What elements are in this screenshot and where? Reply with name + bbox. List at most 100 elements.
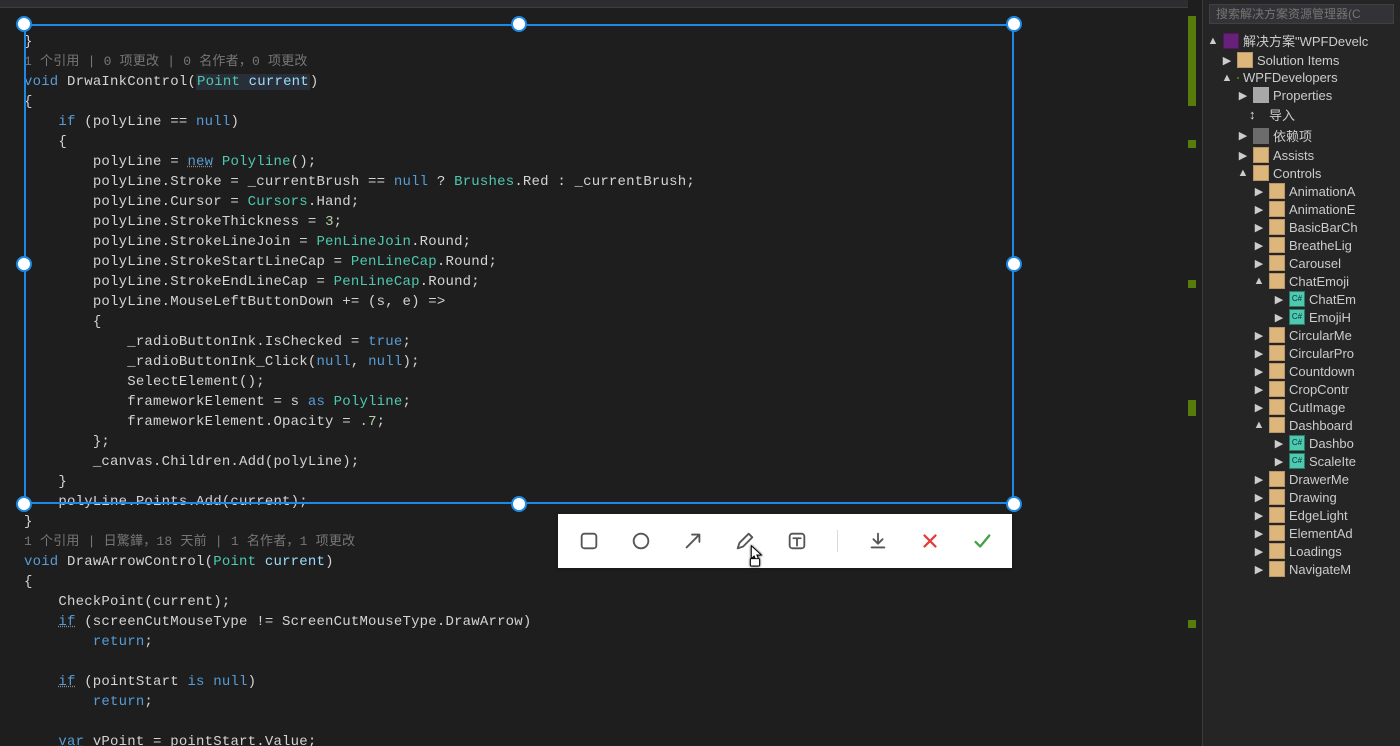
method-name-2: DrawArrowControl — [67, 554, 205, 570]
folder-node[interactable]: ▶Countdown — [1203, 362, 1400, 380]
resize-handle-br[interactable] — [1006, 496, 1022, 512]
folder-node[interactable]: ▶ BreatheLig — [1203, 236, 1400, 254]
solution-explorer[interactable]: ▲ 解决方案"WPFDevelc ▶ Solution Items ▲ WPFD… — [1202, 0, 1400, 746]
expand-icon[interactable]: ▶ — [1253, 203, 1265, 215]
resize-handle-tr[interactable] — [1006, 16, 1022, 32]
solution-root[interactable]: ▲ 解决方案"WPFDevelc — [1203, 30, 1400, 51]
expand-icon[interactable]: ▶ — [1253, 239, 1265, 251]
folder-node[interactable]: ▶NavigateM — [1203, 560, 1400, 578]
csharp-file-icon — [1289, 435, 1305, 451]
expand-icon[interactable]: ▶ — [1253, 491, 1265, 503]
expand-icon[interactable]: ▶ — [1253, 347, 1265, 359]
expand-icon[interactable]: ▶ — [1253, 527, 1265, 539]
project-icon — [1237, 77, 1239, 79]
confirm-button[interactable] — [970, 529, 994, 553]
expand-icon[interactable]: ▲ — [1237, 167, 1249, 179]
expand-icon[interactable]: ▲ — [1207, 35, 1219, 47]
resize-handle-tl[interactable] — [16, 16, 32, 32]
code-editor[interactable]: } 1 个引用 | 0 项更改 | 0 名作者，0 项更改 void DrwaI… — [0, 0, 1202, 746]
expand-icon[interactable]: ▲ — [1221, 72, 1233, 84]
project-node[interactable]: ▲ WPFDevelopers — [1203, 69, 1400, 86]
punct: ; — [334, 214, 343, 230]
resize-handle-r[interactable] — [1006, 256, 1022, 272]
properties-node[interactable]: ▶ Properties — [1203, 86, 1400, 104]
folder-node[interactable]: ▶ElementAd — [1203, 524, 1400, 542]
expand-icon[interactable]: ▶ — [1273, 311, 1285, 323]
assists-folder[interactable]: ▶ Assists — [1203, 146, 1400, 164]
resize-handle-b[interactable] — [511, 496, 527, 512]
cs-file-node[interactable]: ▶Dashbo — [1203, 434, 1400, 452]
expand-icon[interactable]: ▶ — [1253, 509, 1265, 521]
folder-node[interactable]: ▶CropContr — [1203, 380, 1400, 398]
rect-tool-button[interactable] — [577, 529, 601, 553]
import-node[interactable]: ↕ 导入 — [1203, 104, 1400, 125]
expand-icon[interactable]: ▶ — [1221, 54, 1233, 66]
expand-icon[interactable]: ▶ — [1253, 185, 1265, 197]
expand-icon[interactable]: ▶ — [1253, 365, 1265, 377]
pen-tool-button[interactable] — [733, 529, 757, 553]
param-type: Point — [197, 74, 240, 90]
solution-tree[interactable]: ▲ 解决方案"WPFDevelc ▶ Solution Items ▲ WPFD… — [1203, 28, 1400, 746]
expr: (screenCutMouseType != ScreenCutMouseTyp… — [76, 614, 532, 630]
cancel-button[interactable] — [918, 529, 942, 553]
expand-icon[interactable]: ▶ — [1253, 221, 1265, 233]
folder-node[interactable]: ▶DrawerMe — [1203, 470, 1400, 488]
node-label: BreatheLig — [1289, 238, 1352, 253]
folder-icon — [1269, 363, 1285, 379]
cs-file-node[interactable]: ▶ScaleIte — [1203, 452, 1400, 470]
folder-node[interactable]: ▶Carousel — [1203, 254, 1400, 272]
controls-folder[interactable]: ▲ Controls — [1203, 164, 1400, 182]
dependencies-icon — [1253, 128, 1269, 144]
circle-tool-button[interactable] — [629, 529, 653, 553]
folder-node[interactable]: ▶AnimationE — [1203, 200, 1400, 218]
expand-icon[interactable]: ▶ — [1253, 383, 1265, 395]
folder-node[interactable]: ▶CircularPro — [1203, 344, 1400, 362]
type: Cursors — [248, 194, 308, 210]
text-tool-button[interactable] — [785, 529, 809, 553]
cs-file-node[interactable]: ▶ChatEm — [1203, 290, 1400, 308]
resize-handle-l[interactable] — [16, 256, 32, 272]
folder-icon — [1269, 255, 1285, 271]
expand-icon[interactable]: ▶ — [1237, 149, 1249, 161]
codelens-1[interactable]: 1 个引用 | 0 项更改 | 0 名作者，0 项更改 — [24, 54, 308, 69]
folder-node[interactable]: ▲Dashboard — [1203, 416, 1400, 434]
folder-node[interactable]: ▶BasicBarCh — [1203, 218, 1400, 236]
cs-file-node[interactable]: ▶EmojiH — [1203, 308, 1400, 326]
minimap-scrollbar[interactable] — [1188, 0, 1202, 746]
expand-icon[interactable]: ▶ — [1253, 545, 1265, 557]
node-label: Loadings — [1289, 544, 1342, 559]
expand-icon[interactable]: ▶ — [1237, 89, 1249, 101]
arrow-tool-button[interactable] — [681, 529, 705, 553]
folder-node[interactable]: ▶ Loadings — [1203, 542, 1400, 560]
solution-search-input[interactable] — [1209, 4, 1394, 24]
expand-icon[interactable]: ▶ — [1253, 563, 1265, 575]
folder-node[interactable]: ▶CircularMe — [1203, 326, 1400, 344]
expand-icon[interactable]: ▲ — [1253, 275, 1265, 287]
resize-handle-t[interactable] — [511, 16, 527, 32]
expr: polyLine = — [93, 154, 188, 170]
download-button[interactable] — [866, 529, 890, 553]
expand-icon[interactable]: ▶ — [1253, 473, 1265, 485]
expand-icon[interactable]: ▶ — [1273, 293, 1285, 305]
dependencies-node[interactable]: ▶ 依赖项 — [1203, 125, 1400, 146]
expand-icon[interactable]: ▶ — [1273, 437, 1285, 449]
resize-handle-bl[interactable] — [16, 496, 32, 512]
expand-icon[interactable]: ▶ — [1253, 329, 1265, 341]
expr: frameworkElement.Opacity = — [127, 414, 359, 430]
solution-folder[interactable]: ▶ Solution Items — [1203, 51, 1400, 69]
expand-icon[interactable]: ▶ — [1253, 257, 1265, 269]
kw-return: return — [93, 634, 145, 650]
codelens-2[interactable]: 1 个引用 | 日驚鏵，18 天前 | 1 名作者，1 项更改 — [24, 534, 355, 549]
expand-icon[interactable]: ▶ — [1273, 455, 1285, 467]
folder-node[interactable]: ▶CutImage — [1203, 398, 1400, 416]
expand-icon[interactable]: ▲ — [1253, 419, 1265, 431]
kw-var: var — [58, 734, 84, 746]
expand-icon[interactable]: ▶ — [1253, 401, 1265, 413]
folder-node[interactable]: ▶AnimationA — [1203, 182, 1400, 200]
folder-node[interactable]: ▶EdgeLight — [1203, 506, 1400, 524]
folder-node[interactable]: ▲ChatEmoji — [1203, 272, 1400, 290]
folder-node[interactable]: ▶Drawing — [1203, 488, 1400, 506]
change-marker — [1188, 140, 1196, 148]
csharp-file-icon — [1289, 291, 1305, 307]
expand-icon[interactable]: ▶ — [1237, 130, 1249, 142]
